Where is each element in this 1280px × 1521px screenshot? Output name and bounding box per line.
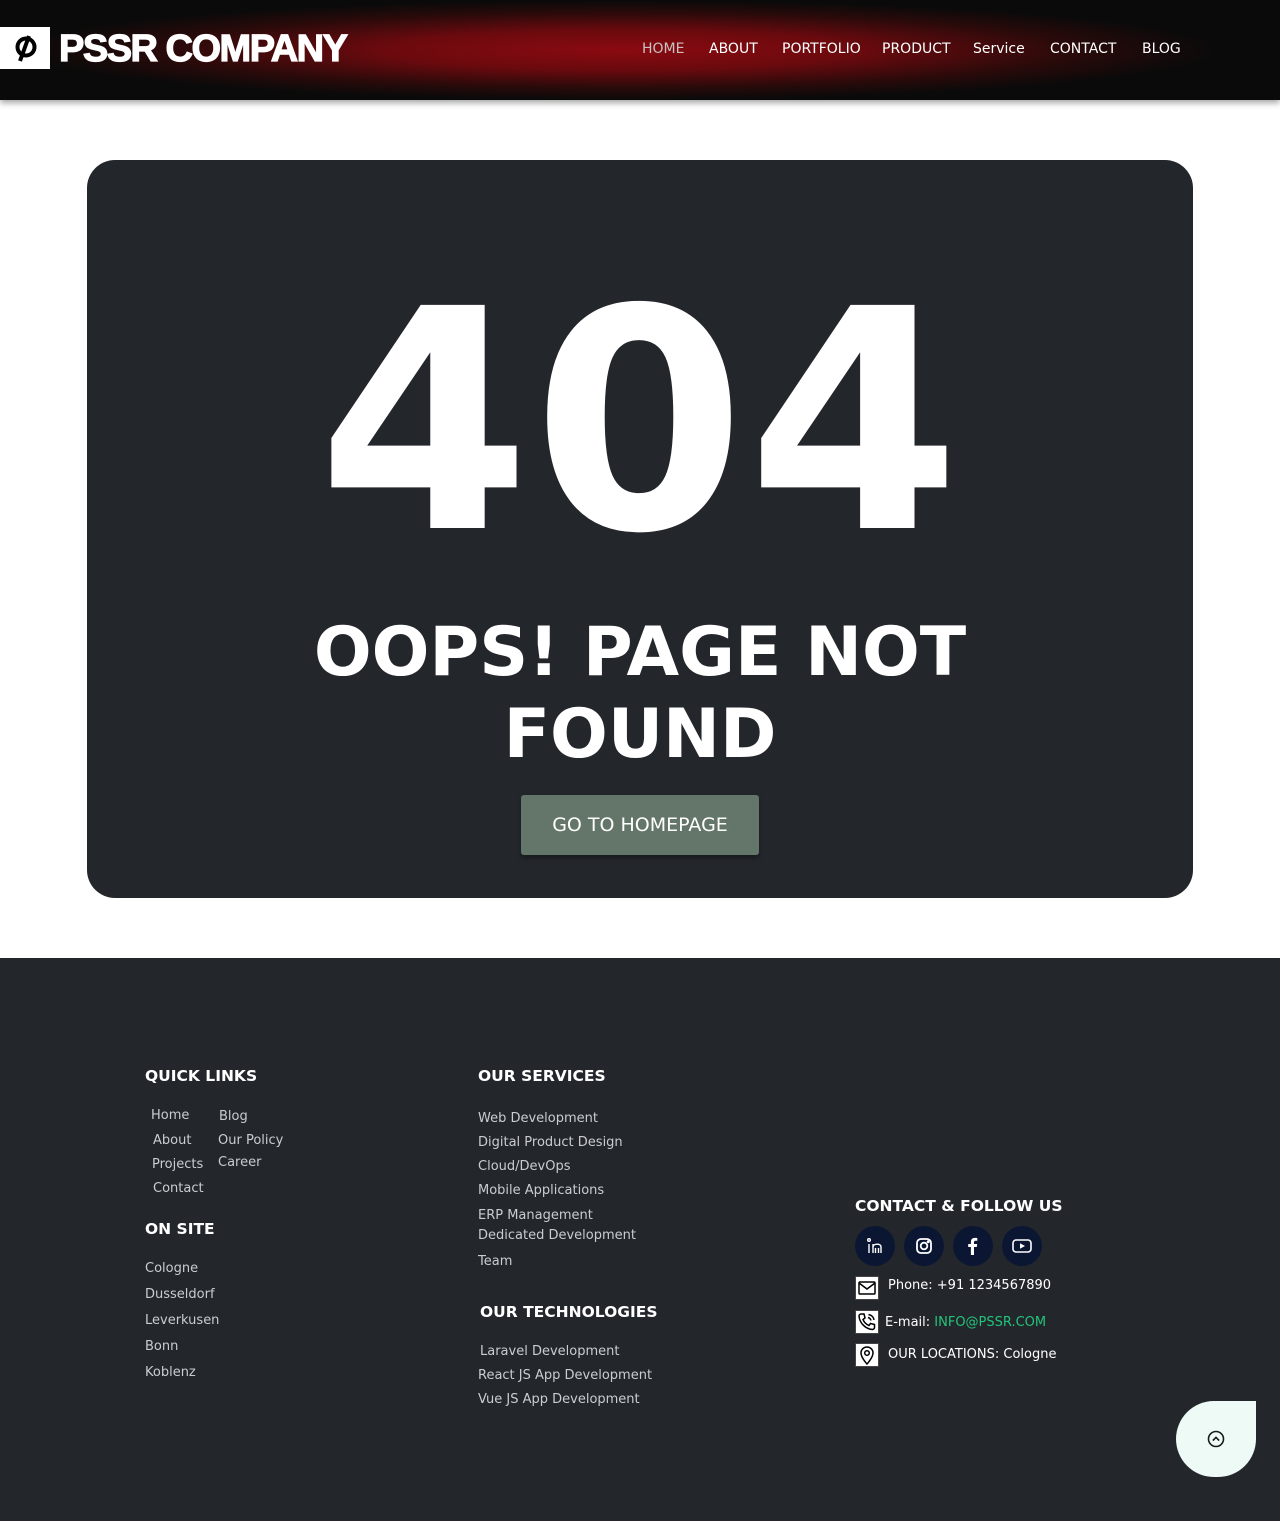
nav-home[interactable]: HOME (642, 38, 684, 60)
technologies-heading: OUR TECHNOLOGIES (480, 1303, 658, 1321)
location-link[interactable]: Dusseldorf (145, 1286, 215, 1304)
go-to-homepage-button[interactable]: GO TO HOMEPAGE (521, 795, 759, 855)
service-link[interactable]: Cloud/DevOps (478, 1158, 570, 1176)
footer-link-home[interactable]: Home (151, 1107, 189, 1125)
service-link[interactable]: Team (478, 1253, 512, 1271)
site-header: PSSR COMPANY HOME ABOUT PORTFOLIO PRODUC… (0, 0, 1280, 100)
service-link[interactable]: ERP Management (478, 1207, 593, 1225)
facebook-button[interactable] (953, 1226, 993, 1266)
mail-icon (855, 1276, 879, 1300)
nav-product[interactable]: PRODUCT (882, 38, 951, 60)
footer-link-projects[interactable]: Projects (152, 1156, 203, 1174)
on-site-heading: ON SITE (145, 1220, 215, 1238)
main-nav: HOME ABOUT PORTFOLIO PRODUCT Service CON… (0, 38, 1280, 62)
youtube-icon (1012, 1239, 1032, 1253)
youtube-button[interactable] (1002, 1226, 1042, 1266)
footer-link-blog[interactable]: Blog (219, 1108, 248, 1126)
contact-email: E-mail: INFO@PSSR.COM (885, 1314, 1046, 1332)
email-link[interactable]: INFO@PSSR.COM (934, 1315, 1046, 1330)
facebook-icon (968, 1237, 978, 1255)
error-code: 404 (317, 245, 963, 601)
contact-phone: Phone: +91 1234567890 (888, 1278, 1052, 1293)
location-link[interactable]: Bonn (145, 1338, 178, 1356)
technology-link[interactable]: React JS App Development (478, 1367, 652, 1385)
nav-blog[interactable]: BLOG (1142, 38, 1181, 60)
scroll-to-top-button[interactable] (1176, 1401, 1256, 1477)
nav-contact[interactable]: CONTACT (1050, 38, 1116, 60)
technology-link[interactable]: Vue JS App Development (478, 1391, 640, 1409)
chevron-up-circle-icon (1207, 1430, 1225, 1448)
footer-link-about[interactable]: About (153, 1132, 191, 1150)
nav-service[interactable]: Service (973, 38, 1025, 60)
service-link[interactable]: Mobile Applications (478, 1182, 604, 1200)
linkedin-button[interactable] (855, 1226, 895, 1266)
location-link[interactable]: Leverkusen (145, 1312, 219, 1330)
email-label: E-mail: (885, 1315, 935, 1330)
instagram-button[interactable] (904, 1226, 944, 1266)
services-heading: OUR SERVICES (478, 1067, 606, 1085)
location-link[interactable]: Koblenz (145, 1364, 196, 1382)
service-link[interactable]: Dedicated Development (478, 1227, 636, 1245)
quick-links-heading: QUICK LINKS (145, 1067, 258, 1085)
service-link[interactable]: Web Development (478, 1110, 598, 1128)
technology-link[interactable]: Laravel Development (480, 1343, 619, 1361)
error-message: OOPS! PAGE NOT FOUND (313, 613, 967, 774)
contact-heading: CONTACT & FOLLOW US (855, 1197, 1063, 1215)
nav-about[interactable]: ABOUT (709, 38, 758, 60)
footer-link-our-policy[interactable]: Our Policy (218, 1132, 283, 1150)
instagram-icon (916, 1238, 932, 1254)
phone-icon (855, 1310, 879, 1334)
site-footer (0, 958, 1280, 1521)
location-link[interactable]: Cologne (145, 1260, 198, 1278)
footer-link-career[interactable]: Career (218, 1154, 261, 1172)
service-link[interactable]: Digital Product Design (478, 1134, 623, 1152)
footer-link-contact[interactable]: Contact (153, 1180, 204, 1198)
contact-location: OUR LOCATIONS: Cologne (888, 1347, 1057, 1362)
nav-portfolio[interactable]: PORTFOLIO (782, 38, 861, 60)
linkedin-icon (867, 1238, 882, 1253)
location-pin-icon (855, 1343, 879, 1367)
